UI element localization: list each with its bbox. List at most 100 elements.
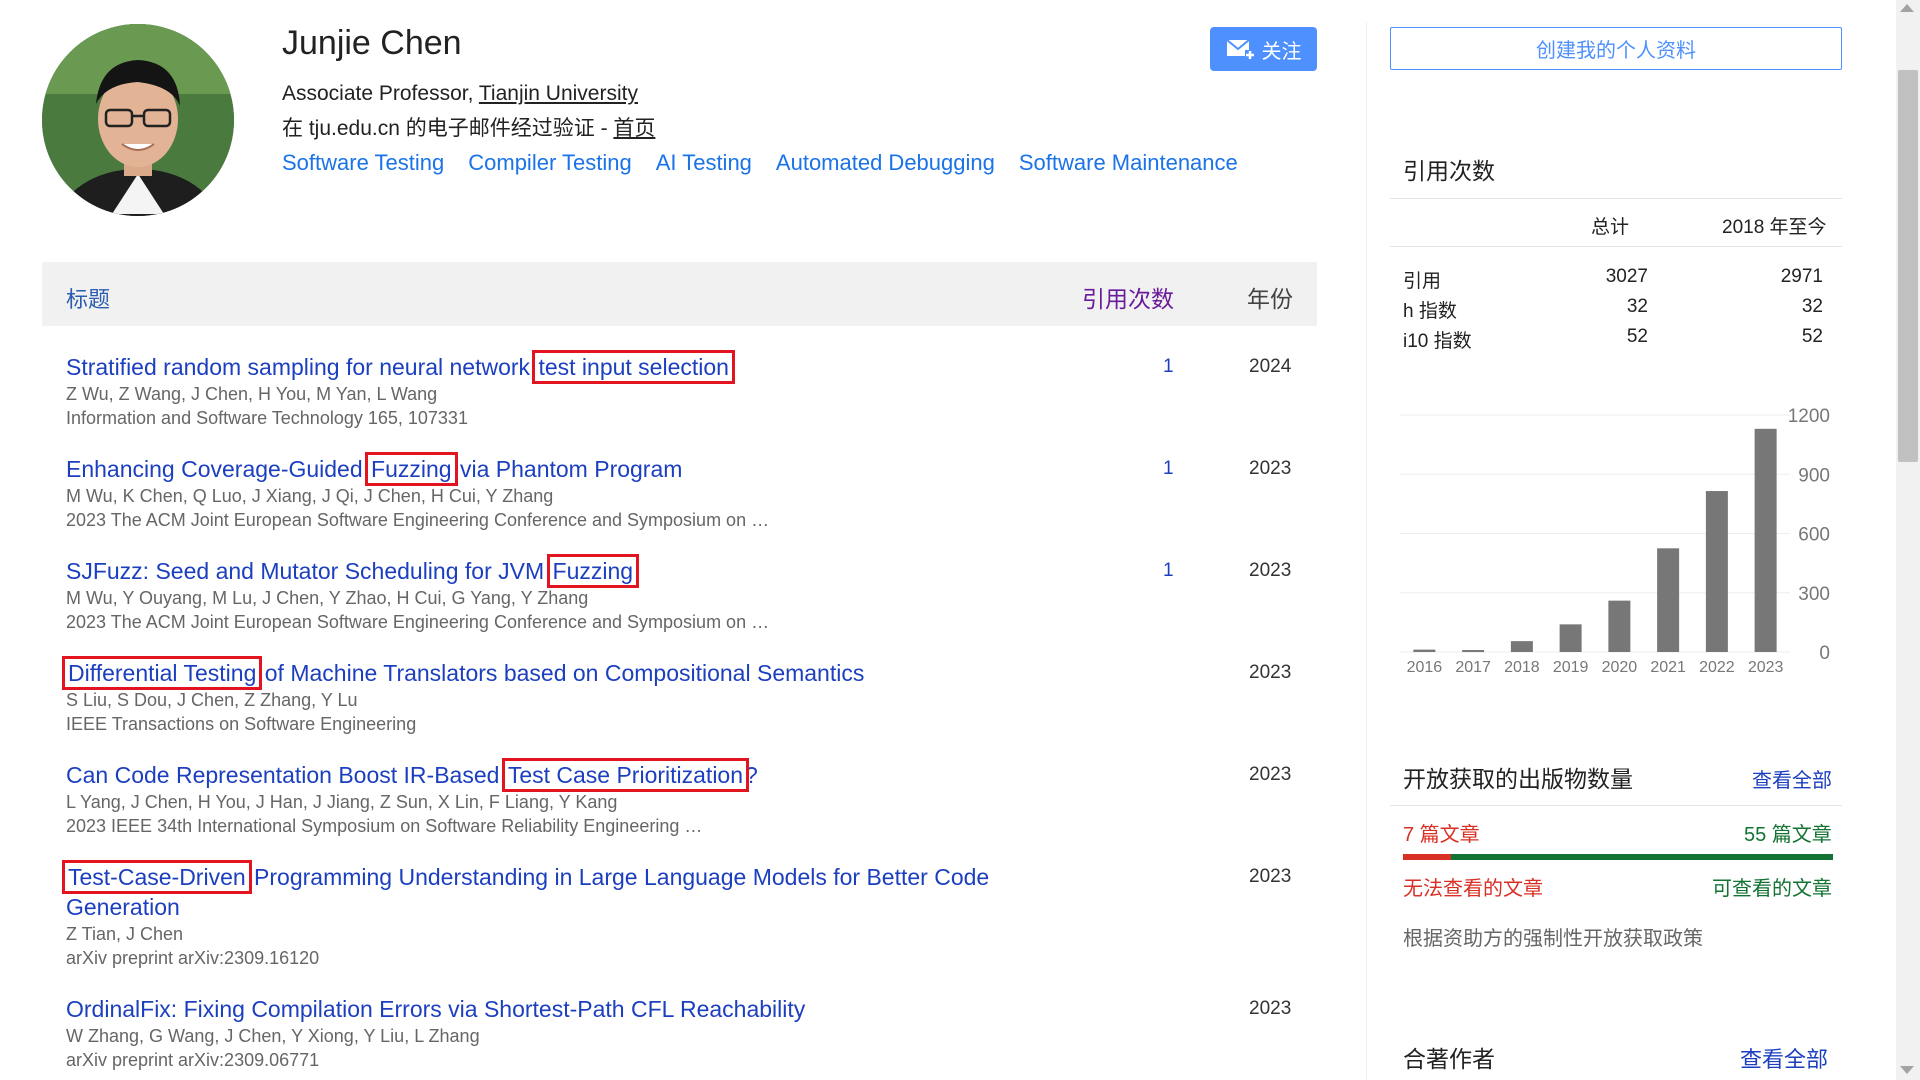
divider-line	[1390, 246, 1842, 247]
publication-title-link[interactable]: Can Code Representation Boost IR-Based T…	[66, 758, 1296, 792]
profile-affiliation: Associate Professor, Tianjin University	[282, 82, 638, 106]
unavailable-bar-segment	[1403, 854, 1451, 860]
citations-per-year-chart: 0 300 600 900 1200 2016 2017 2018 2019 2020 2021 20…	[1400, 406, 1830, 676]
publication-year: 2023	[1249, 560, 1292, 581]
interest-link[interactable]: Software Maintenance	[1019, 150, 1238, 176]
metric-all: 3027	[1605, 266, 1648, 287]
sort-by-title[interactable]: 标题	[66, 282, 110, 314]
scrollbar-thumb[interactable]	[1898, 70, 1918, 462]
unavailable-count-link[interactable]: 7 篇文章	[1403, 818, 1480, 847]
interest-link[interactable]: AI Testing	[656, 150, 752, 176]
citation-count-link[interactable]: 1	[1163, 560, 1174, 582]
scroll-down-arrow-icon[interactable]	[1900, 1066, 1914, 1074]
publication-year: 2023	[1249, 866, 1292, 887]
publication-title-link[interactable]: Differential Testing of Machine Translat…	[61, 656, 1296, 690]
title-text: ?	[745, 762, 758, 788]
divider-line	[1390, 198, 1842, 199]
metric-label: h 指数	[1403, 301, 1457, 322]
publication-year: 2023	[1249, 764, 1292, 785]
publication-title-link[interactable]: SJFuzz: Seed and Mutator Scheduling for …	[66, 554, 1296, 588]
scroll-up-arrow-icon[interactable]	[1900, 4, 1914, 12]
mail-plus-icon	[1225, 39, 1255, 60]
homepage-link[interactable]: 首页	[613, 117, 655, 140]
sort-by-citations[interactable]: 引用次数	[1082, 280, 1174, 314]
follow-button[interactable]: 关注	[1210, 27, 1317, 71]
publication-venue: arXiv preprint arXiv:2309.16120	[66, 948, 320, 968]
interest-link[interactable]: Automated Debugging	[776, 150, 995, 176]
interest-link[interactable]: Software Testing	[282, 150, 444, 176]
university-link[interactable]: Tianjin University	[479, 82, 638, 105]
profile-name: Junjie Chen	[282, 24, 462, 62]
citation-count-link[interactable]: 1	[1163, 458, 1174, 480]
y-tick-label: 0	[1819, 643, 1830, 664]
publication-title-link[interactable]: OrdinalFix: Fixing Compilation Errors vi…	[66, 994, 1296, 1024]
y-tick-label: 600	[1798, 525, 1830, 546]
x-tick-label: 2018	[1504, 659, 1540, 676]
sort-by-year[interactable]: 年份	[1247, 280, 1293, 314]
highlighted-keyword: Test Case Prioritization	[501, 758, 750, 792]
col-all-header: 总计	[1591, 217, 1630, 238]
title-text: OrdinalFix: Fixing Compilation Errors vi…	[66, 996, 806, 1022]
available-label: 可查看的文章	[1712, 878, 1832, 900]
interest-link[interactable]: Compiler Testing	[468, 150, 631, 176]
publication-row: Test-Case-Driven Programming Understandi…	[62, 860, 1291, 970]
highlighted-keyword: Test-Case-Driven	[62, 860, 252, 894]
publication-row: Stratified random sampling for neural ne…	[66, 350, 1296, 430]
title-text: Stratified random sampling for neural ne…	[66, 354, 537, 380]
create-profile-button[interactable]: 创建我的个人资料	[1390, 27, 1842, 70]
publication-title-link[interactable]: Test-Case-Driven Programming Understandi…	[62, 860, 1066, 922]
metric-since: 2971	[1780, 266, 1823, 287]
publication-row: Can Code Representation Boost IR-Based T…	[66, 758, 1296, 838]
title-text: via Phantom Program	[453, 456, 683, 482]
profile-avatar	[42, 24, 234, 216]
column-divider	[1366, 22, 1367, 1080]
publication-authors: L Yang, J Chen, H You, J Han, J Jiang, Z…	[66, 792, 618, 812]
unavailable-label: 无法查看的文章	[1403, 878, 1543, 900]
open-access-view-all[interactable]: 查看全部	[1752, 764, 1832, 793]
publication-venue: 2023 The ACM Joint European Software Eng…	[66, 510, 770, 530]
cited-by-title: 引用次数	[1403, 158, 1495, 184]
metric-label: 引用	[1403, 271, 1442, 292]
publication-year: 2023	[1249, 458, 1292, 479]
publication-row: OrdinalFix: Fixing Compilation Errors vi…	[66, 994, 1296, 1072]
publication-venue: 2023 IEEE 34th International Symposium o…	[66, 816, 703, 836]
title-text: SJFuzz: Seed and Mutator Scheduling for …	[66, 558, 551, 584]
publication-row: Enhancing Coverage-Guided Fuzzing via Ph…	[66, 452, 1296, 532]
citation-bar-2016[interactable]	[1413, 649, 1436, 652]
citation-bar-2017[interactable]	[1462, 650, 1485, 653]
title-text: of Machine Translators based on Composit…	[258, 660, 865, 686]
y-tick-label: 1200	[1788, 406, 1830, 427]
metric-all: 52	[1626, 326, 1648, 347]
publication-venue: arXiv preprint arXiv:2309.06771	[66, 1050, 320, 1070]
divider-line	[1390, 805, 1842, 806]
citation-bar-2018[interactable]	[1510, 641, 1533, 652]
y-tick-label: 300	[1798, 584, 1830, 605]
highlighted-keyword: Fuzzing	[546, 554, 640, 588]
highlighted-keyword: test input selection	[532, 350, 735, 384]
highlighted-keyword: Fuzzing	[365, 452, 458, 486]
publication-title-link[interactable]: Enhancing Coverage-Guided Fuzzing via Ph…	[66, 452, 1296, 486]
citation-bar-2019[interactable]	[1559, 624, 1582, 652]
publication-year: 2024	[1249, 356, 1292, 377]
publication-venue: Information and Software Technology 165,…	[66, 408, 468, 428]
metric-since: 52	[1801, 326, 1823, 347]
publication-authors: M Wu, K Chen, Q Luo, J Xiang, J Qi, J Ch…	[66, 486, 554, 506]
citation-bar-2022[interactable]	[1705, 491, 1728, 652]
publication-title-link[interactable]: Stratified random sampling for neural ne…	[66, 350, 1296, 384]
open-access-bar	[1403, 854, 1833, 860]
citation-bar-2023[interactable]	[1754, 428, 1777, 652]
available-bar-segment	[1451, 854, 1833, 860]
publication-year: 2023	[1249, 998, 1292, 1019]
research-interests: Software Testing Compiler Testing AI Tes…	[282, 150, 1238, 176]
x-tick-label: 2022	[1699, 659, 1735, 676]
citation-count-link[interactable]: 1	[1163, 356, 1174, 378]
publication-authors: S Liu, S Dou, J Chen, Z Zhang, Y Lu	[66, 690, 358, 710]
verified-text: 在 tju.edu.cn 的电子邮件经过验证 -	[282, 117, 614, 140]
metric-label: i10 指数	[1403, 331, 1472, 352]
citation-bar-2021[interactable]	[1657, 548, 1680, 652]
avatar-image	[42, 24, 234, 216]
title-text: Enhancing Coverage-Guided	[66, 456, 370, 482]
citation-bar-2020[interactable]	[1608, 600, 1631, 652]
available-count-link[interactable]: 55 篇文章	[1744, 818, 1832, 847]
coauthors-view-all[interactable]: 查看全部	[1740, 1042, 1828, 1074]
